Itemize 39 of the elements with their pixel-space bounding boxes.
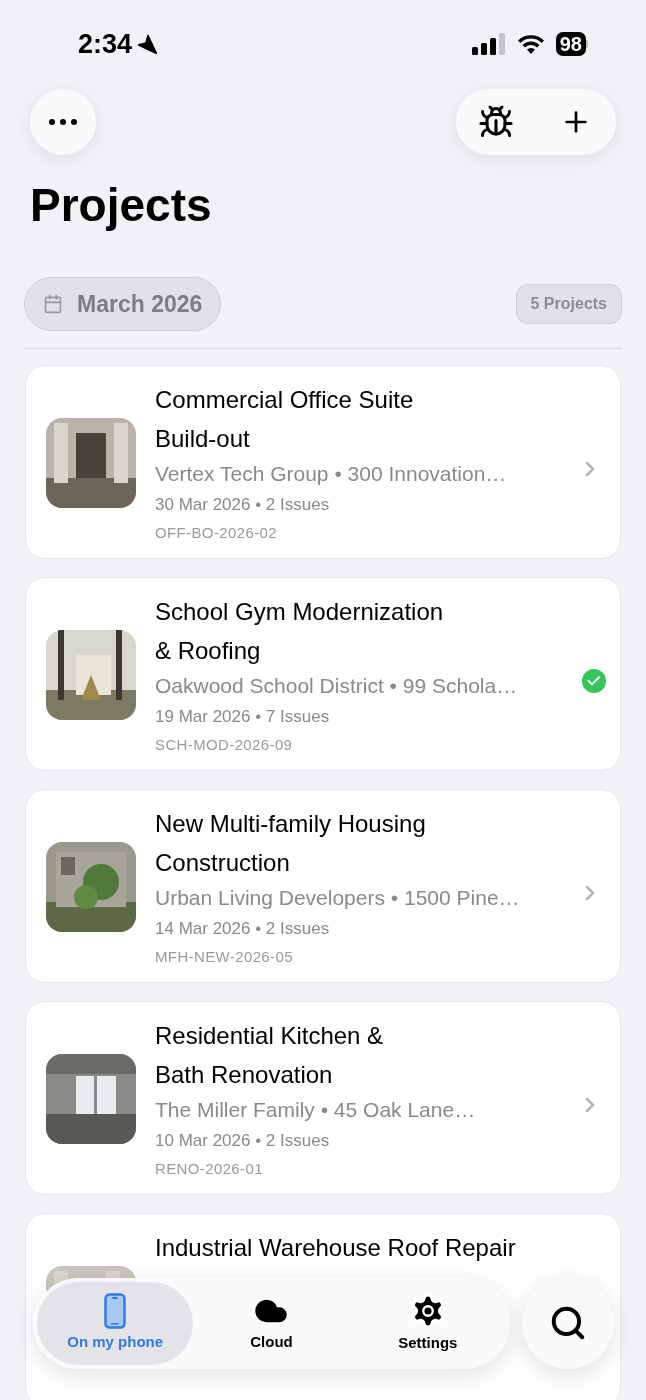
project-title: Bath Renovation <box>155 1060 333 1090</box>
more-icon <box>49 119 77 125</box>
project-card[interactable]: School Gym Modernization & Roofing Oakwood School District • 99 Schola… 19 Mar 2026 • 7 Issues SCH-MOD-2026-09 <box>25 577 621 771</box>
project-client: The Miller Family • 45 Oak Lane… <box>155 1097 477 1123</box>
project-title: Commercial Office Suite <box>155 385 414 415</box>
project-title: New Multi-family Housing <box>155 809 426 839</box>
project-title: Build-out <box>155 424 250 454</box>
project-card[interactable]: Residential Kitchen & Bath Renovation The Miller Family • 45 Oak Lane… 10 Mar 2026 • 2 Issues RENO-2026-01 <box>25 1001 621 1195</box>
project-title: School Gym Modernization <box>155 597 444 627</box>
project-date: 30 Mar 2026 • 2 Issues <box>155 494 331 516</box>
project-title: Industrial Warehouse Roof Repair <box>155 1233 516 1263</box>
project-title: Construction <box>155 848 290 878</box>
project-date: 10 Mar 2026 • 2 Issues <box>155 1130 331 1152</box>
wifi-icon <box>515 33 546 55</box>
calendar-icon <box>43 294 63 314</box>
signal-icon <box>471 33 506 55</box>
ladybug-icon <box>478 104 514 140</box>
project-card[interactable]: New Multi-family Housing Construction Urban Living Developers • 1500 Pine… 14 Mar 2026 • 2 Issues MFH-NEW-2026-05 <box>25 789 621 983</box>
location-icon <box>136 33 159 55</box>
project-title: & Roofing <box>155 636 261 666</box>
project-code: OFF-BO-2026-02 <box>155 523 278 543</box>
project-count: 5 Projects <box>515 284 622 324</box>
project-client: Urban Living Developers • 1500 Pine… <box>155 885 521 911</box>
project-client: Oakwood School District • 99 Schola… <box>155 673 519 699</box>
battery-indicator: 98 <box>555 32 586 56</box>
project-card[interactable]: Commercial Office Suite Build-out Vertex Tech Group • 300 Innovation… 30 Mar 2026 • 2 Issues OFF-BO-2026-02 <box>25 365 621 559</box>
status-time: 2:34 <box>78 27 133 61</box>
search-icon <box>549 1304 587 1342</box>
project-title: Residential Kitchen & <box>155 1021 384 1051</box>
phone-icon <box>104 1292 127 1329</box>
tab[interactable]: Cloud <box>193 1281 350 1365</box>
project-client: Vertex Tech Group • 300 Innovation… <box>155 461 508 487</box>
project-code: SCH-MOD-2026-09 <box>155 735 294 755</box>
project-date: 14 Mar 2026 • 2 Issues <box>155 918 331 940</box>
project-code: MFH-NEW-2026-05 <box>155 947 294 967</box>
project-code: RENO-2026-01 <box>155 1159 264 1179</box>
page-title: Projects <box>29 178 213 233</box>
project-date: 19 Mar 2026 • 7 Issues <box>155 706 331 728</box>
tab[interactable]: Settings <box>349 1281 506 1365</box>
